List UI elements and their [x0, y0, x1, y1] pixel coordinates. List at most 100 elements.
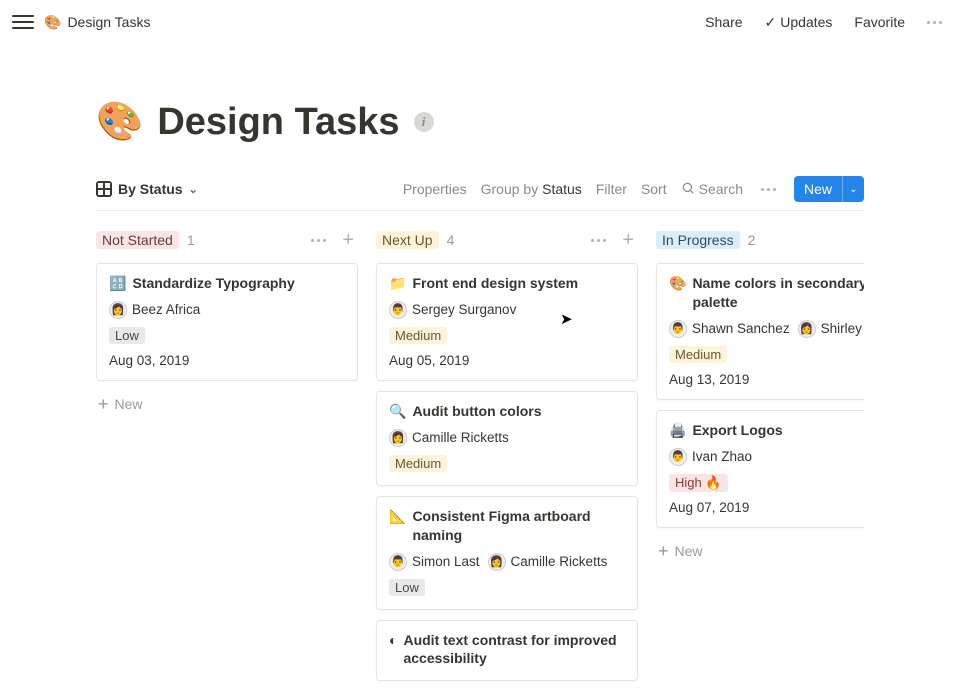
view-more-button[interactable] — [757, 184, 780, 195]
column: Next Up 4 + 📁 Front end design system 👨Sergey… — [376, 225, 638, 691]
assignee: 👨Simon Last — [389, 553, 480, 571]
plus-icon: + — [658, 542, 669, 560]
card[interactable]: 🔠Standardize Typography👩Beez AfricaLowAu… — [96, 263, 358, 381]
status-pill[interactable]: In Progress — [656, 231, 740, 249]
avatar: 👩 — [488, 553, 506, 571]
column-header: Next Up 4 + — [376, 225, 638, 255]
column: In Progress 2 + 🎨Name colors in secondary p… — [656, 225, 864, 691]
sidebar-toggle-button[interactable] — [12, 11, 34, 33]
avatar: 👩 — [109, 301, 127, 319]
assignee-name: Ivan Zhao — [692, 449, 752, 464]
card-title-text: Export Logos — [692, 421, 782, 440]
search-input[interactable]: Search — [681, 181, 743, 198]
column-add-button[interactable]: + — [618, 230, 638, 250]
card-icon: 🖨️ — [669, 421, 686, 440]
add-card-button[interactable]: +New — [96, 391, 358, 417]
card-title: 🎨Name colors in secondary palette — [669, 274, 864, 312]
search-icon — [681, 181, 695, 198]
card-title: 📁 Front end design system — [389, 274, 625, 293]
breadcrumb[interactable]: 🎨 Design Tasks — [44, 14, 150, 31]
new-dropdown-button[interactable]: ⌄ — [842, 176, 864, 202]
card-title: ◐ Audit text contrast for improved access… — [389, 631, 625, 669]
sort-button[interactable]: Sort — [641, 181, 667, 197]
card[interactable]: 🔍 Audit button colors 👩 Camille Ricketts Med… — [376, 391, 638, 486]
priority-badge: Low — [389, 579, 425, 596]
properties-button[interactable]: Properties — [403, 181, 467, 197]
column-count: 2 — [748, 232, 756, 248]
page-title-text: Design Tasks — [157, 101, 399, 144]
assignee: 👩 Camille Ricketts — [389, 429, 509, 447]
card[interactable]: ◐ Audit text contrast for improved access… — [376, 620, 638, 682]
card[interactable]: 📐 Consistent Figma artboard naming 👨Simon … — [376, 496, 638, 610]
avatar: 👩 — [389, 429, 407, 447]
assignee-name: Shawn Sanchez — [692, 321, 790, 336]
status-pill[interactable]: Next Up — [376, 231, 439, 249]
plus-icon: + — [98, 395, 109, 413]
assignee-name: Simon Last — [412, 554, 480, 569]
page-title[interactable]: 🎨 Design Tasks i — [96, 100, 864, 144]
card-icon: 📁 — [389, 274, 406, 293]
card-title: 🔠Standardize Typography — [109, 274, 345, 293]
priority-badge: High 🔥 — [669, 474, 728, 492]
card-title-text: Name colors in secondary palette — [692, 274, 864, 312]
assignee-name: Camille Ricketts — [412, 430, 509, 445]
view-name: By Status — [118, 181, 183, 197]
card[interactable]: 🖨️ Export Logos 👨 Ivan Zhao High 🔥 Aug 07, 20… — [656, 410, 864, 528]
column-count: 4 — [447, 232, 455, 248]
card-title-text: Standardize Typography — [132, 274, 294, 293]
new-button[interactable]: New ⌄ — [794, 176, 864, 202]
filter-button[interactable]: Filter — [596, 181, 627, 197]
page-icon-small: 🎨 — [44, 14, 61, 31]
card-assignees: 👨 Shawn Sanchez 👩Shirley Miao — [669, 320, 864, 338]
column-more-button[interactable] — [587, 235, 610, 246]
column: Not Started1+🔠Standardize Typography👩Bee… — [96, 225, 358, 691]
priority-badge: Medium — [389, 327, 447, 344]
priority-badge: Medium — [669, 346, 727, 363]
group-by-button[interactable]: Group by Status — [481, 181, 582, 197]
avatar: 👨 — [669, 448, 687, 466]
column-more-button[interactable] — [307, 235, 330, 246]
board: Not Started1+🔠Standardize Typography👩Bee… — [96, 211, 864, 691]
card[interactable]: 📁 Front end design system 👨Sergey Surganov… — [376, 263, 638, 381]
assignee: 👨Sergey Surganov — [389, 301, 516, 319]
card-title-text: Consistent Figma artboard naming — [412, 507, 625, 545]
topbar: 🎨 Design Tasks Share ✓ Updates Favorite — [0, 0, 960, 44]
page-more-button[interactable] — [921, 15, 948, 30]
card-title: 📐 Consistent Figma artboard naming — [389, 507, 625, 545]
card-icon: ◐ — [389, 631, 397, 650]
status-pill[interactable]: Not Started — [96, 231, 179, 249]
assignee: 👩Shirley Miao — [798, 320, 864, 338]
card[interactable]: 🎨Name colors in secondary palette 👨 Shawn … — [656, 263, 864, 400]
card-icon: 📐 — [389, 507, 406, 526]
assignee: 👨 Shawn Sanchez — [669, 320, 790, 338]
page-body: 🎨 Design Tasks i By Status ⌄ Properties … — [0, 44, 960, 691]
card-date: Aug 13, 2019 — [669, 372, 864, 387]
card-assignees: 👩 Camille Ricketts — [389, 429, 625, 447]
assignee: 👩Camille Ricketts — [488, 553, 608, 571]
priority-badge: Medium — [389, 455, 447, 472]
card-assignees: 👨 Ivan Zhao — [669, 448, 864, 466]
page-title-small: Design Tasks — [67, 14, 150, 30]
card-assignees: 👨Simon Last 👩Camille Ricketts — [389, 553, 625, 571]
card-title-text: Audit button colors — [412, 402, 541, 421]
add-card-button[interactable]: +New — [656, 538, 864, 564]
card-icon: 🔍 — [389, 402, 406, 421]
column-add-button[interactable]: + — [338, 230, 358, 250]
card-title-text: Audit text contrast for improved accessi… — [403, 631, 625, 669]
info-icon[interactable]: i — [414, 112, 434, 132]
page-icon[interactable]: 🎨 — [96, 100, 143, 144]
favorite-button[interactable]: Favorite — [848, 10, 911, 34]
card-date: Aug 07, 2019 — [669, 500, 864, 515]
assignee: 👨 Ivan Zhao — [669, 448, 752, 466]
check-icon: ✓ — [765, 15, 777, 29]
avatar: 👨 — [669, 320, 687, 338]
share-button[interactable]: Share — [699, 10, 748, 34]
updates-button[interactable]: ✓ Updates — [759, 10, 839, 34]
column-header: In Progress2+ — [656, 225, 864, 255]
card-title-text: Front end design system — [412, 274, 578, 293]
assignee-name: Shirley Miao — [821, 321, 864, 336]
priority-badge: Low — [109, 327, 145, 344]
column-header: Not Started1+ — [96, 225, 358, 255]
view-selector[interactable]: By Status ⌄ — [96, 181, 198, 197]
card-assignees: 👨Sergey Surganov — [389, 301, 625, 319]
